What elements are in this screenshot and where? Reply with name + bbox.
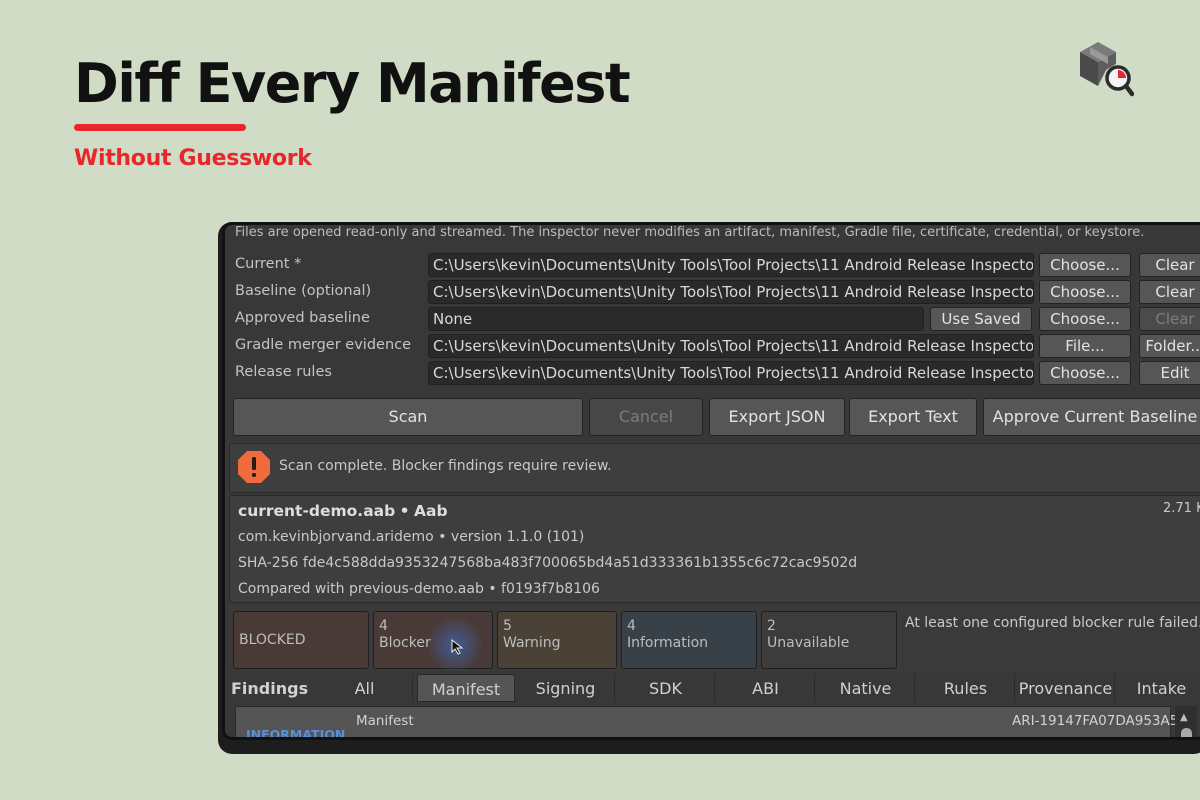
warning-octagon-icon xyxy=(238,451,270,483)
artifact-sha-line: SHA-256 fde4c588dda9353247568ba483f70006… xyxy=(238,555,857,571)
finding-id: ARI-19147FA07DA953A5 xyxy=(1012,713,1179,729)
findings-list: INFORMATION Manifest ARI-19147FA07DA953A… xyxy=(235,706,1178,740)
tab-provenance[interactable]: Provenance xyxy=(1017,674,1115,702)
hero-underline xyxy=(74,124,246,131)
tab-signing[interactable]: Signing xyxy=(517,674,615,702)
current-clear-button[interactable]: Clear xyxy=(1139,253,1200,277)
artifact-separator: • xyxy=(399,502,410,520)
tab-abi[interactable]: ABI xyxy=(717,674,815,702)
artifact-summary: current-demo.aab • Aab 2.71 KB com.kevin… xyxy=(229,495,1200,603)
tab-native[interactable]: Native xyxy=(817,674,915,702)
approved-choose-button[interactable]: Choose... xyxy=(1039,307,1131,331)
sha-value: fde4c588dda9353247568ba483f700065bd4a51d… xyxy=(302,555,858,571)
compared-hash: f0193f7b8106 xyxy=(501,581,600,597)
artifact-name: current-demo.aab xyxy=(238,502,396,520)
gradle-evidence-path-field[interactable]: C:\Users\kevin\Documents\Unity Tools\Too… xyxy=(428,334,1034,358)
information-count: 4 xyxy=(627,618,636,634)
current-choose-button[interactable]: Choose... xyxy=(1039,253,1131,277)
export-text-button[interactable]: Export Text xyxy=(849,398,977,436)
artifact-kind: Aab xyxy=(414,502,448,520)
cancel-button[interactable]: Cancel xyxy=(589,398,703,436)
baseline-clear-button[interactable]: Clear xyxy=(1139,280,1200,304)
unavailable-card[interactable]: 2 Unavailable xyxy=(761,611,897,669)
warning-label: Warning xyxy=(503,635,561,651)
tab-all[interactable]: All xyxy=(317,674,413,702)
scroll-up-arrow-icon[interactable]: ▲ xyxy=(1180,712,1188,723)
artifact-version: version 1.1.0 (101) xyxy=(450,529,585,545)
gradle-file-button[interactable]: File... xyxy=(1039,334,1131,358)
baseline-choose-button[interactable]: Choose... xyxy=(1039,280,1131,304)
export-json-button[interactable]: Export JSON xyxy=(709,398,845,436)
findings-label: Findings xyxy=(231,679,309,698)
artifact-size: 2.71 KB xyxy=(1163,501,1200,516)
hero-subtitle: Without Guesswork xyxy=(74,146,312,171)
tab-rules[interactable]: Rules xyxy=(917,674,1015,702)
tab-sdk[interactable]: SDK xyxy=(617,674,715,702)
artifact-title-line: current-demo.aab • Aab xyxy=(238,502,448,520)
baseline-label: Baseline (optional) xyxy=(235,283,372,299)
tab-intake[interactable]: Intake xyxy=(1117,674,1200,702)
status-message: Scan complete. Blocker findings require … xyxy=(279,458,612,474)
sha-label: SHA-256 xyxy=(238,555,299,571)
artifact-package-line: com.kevinbjorvand.aridemo • version 1.1.… xyxy=(238,529,584,545)
package-inspect-logo-icon xyxy=(1080,42,1134,97)
findings-tabs: Findings All Manifest Signing SDK ABI Na… xyxy=(225,674,1200,704)
gradle-folder-button[interactable]: Folder... xyxy=(1139,334,1200,358)
approved-baseline-field[interactable]: None xyxy=(428,307,924,331)
current-path-field[interactable]: C:\Users\kevin\Documents\Unity Tools\Too… xyxy=(428,253,1034,277)
current-row: Current * C:\Users\kevin\Documents\Unity… xyxy=(225,253,1200,277)
approved-baseline-row: Approved baseline None Use Saved Choose.… xyxy=(225,307,1200,331)
information-label: Information xyxy=(627,635,709,651)
unavailable-count: 2 xyxy=(767,618,776,634)
baseline-path-field[interactable]: C:\Users\kevin\Documents\Unity Tools\Too… xyxy=(428,280,1034,304)
inspector-window: Files are opened read-only and streamed.… xyxy=(222,222,1200,740)
summary-panel: BLOCKED 4 Blocker 5 Warning 4 Informatio… xyxy=(229,605,1200,671)
finding-severity: INFORMATION xyxy=(246,727,346,740)
hero-title: Diff Every Manifest xyxy=(74,52,631,115)
information-card[interactable]: 4 Information xyxy=(621,611,757,669)
status-banner: Scan complete. Blocker findings require … xyxy=(229,443,1200,493)
artifact-package: com.kevinbjorvand.aridemo xyxy=(238,529,434,545)
rules-choose-button[interactable]: Choose... xyxy=(1039,361,1131,385)
gradle-evidence-row: Gradle merger evidence C:\Users\kevin\Do… xyxy=(225,334,1200,358)
summary-note: At least one configured blocker rule fai… xyxy=(905,615,1200,631)
tab-manifest[interactable]: Manifest xyxy=(417,674,515,702)
gradle-evidence-label: Gradle merger evidence xyxy=(235,337,412,353)
warning-card[interactable]: 5 Warning xyxy=(497,611,617,669)
use-saved-button[interactable]: Use Saved xyxy=(930,307,1032,331)
approved-clear-button[interactable]: Clear xyxy=(1139,307,1200,331)
scroll-thumb[interactable] xyxy=(1181,728,1192,737)
finding-category: Manifest xyxy=(356,713,414,729)
approve-baseline-button[interactable]: Approve Current Baseline xyxy=(983,398,1200,436)
artifact-compared-line: Compared with previous-demo.aab • f0193f… xyxy=(238,581,600,597)
approved-baseline-label: Approved baseline xyxy=(235,310,370,326)
compared-with: Compared with previous-demo.aab xyxy=(238,581,484,597)
package-separator: • xyxy=(438,529,447,545)
scan-button[interactable]: Scan xyxy=(233,398,583,436)
compared-separator: • xyxy=(488,581,497,597)
read-only-notice: Files are opened read-only and streamed.… xyxy=(235,225,1145,240)
baseline-row: Baseline (optional) C:\Users\kevin\Docum… xyxy=(225,280,1200,304)
release-rules-label: Release rules xyxy=(235,364,332,380)
rules-edit-button[interactable]: Edit xyxy=(1139,361,1200,385)
mouse-cursor-icon xyxy=(451,639,464,655)
warning-count: 5 xyxy=(503,618,512,634)
verdict-label: BLOCKED xyxy=(239,632,306,648)
verdict-card: BLOCKED xyxy=(233,611,369,669)
release-rules-row: Release rules C:\Users\kevin\Documents\U… xyxy=(225,361,1200,385)
current-label: Current * xyxy=(235,256,302,272)
release-rules-path-field[interactable]: C:\Users\kevin\Documents\Unity Tools\Too… xyxy=(428,361,1034,385)
unavailable-label: Unavailable xyxy=(767,635,850,651)
